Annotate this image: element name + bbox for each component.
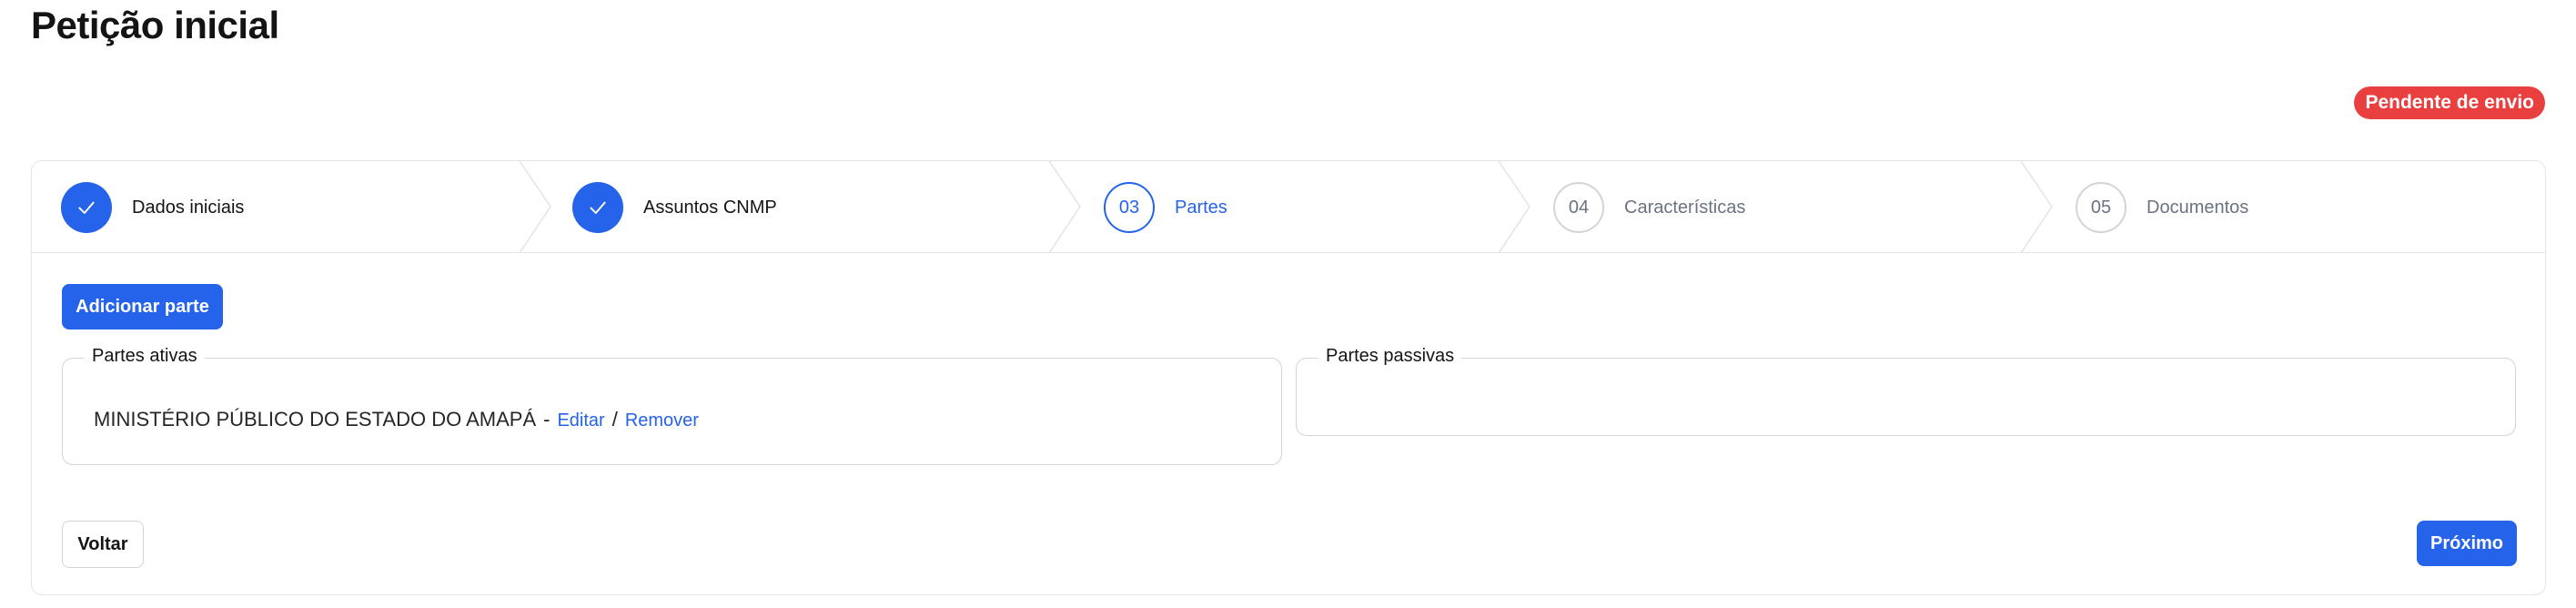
step-label: Documentos (2147, 197, 2249, 218)
page-title: Petição inicial (31, 4, 279, 46)
remove-party-link[interactable]: Remover (625, 410, 699, 431)
step-number: 03 (1104, 182, 1155, 233)
step-caracteristicas[interactable]: 04 Características (1553, 182, 1745, 233)
next-button[interactable]: Próximo (2417, 521, 2517, 566)
status-badge: Pendente de envio (2354, 86, 2545, 119)
edit-party-link[interactable]: Editar (557, 410, 604, 431)
step-number: 04 (1553, 182, 1604, 233)
back-button[interactable]: Voltar (62, 521, 144, 568)
stepper: Dados iniciais Assuntos CNMP 03 Partes 0… (32, 161, 2545, 253)
list-item: MINISTÉRIO PÚBLICO DO ESTADO DO AMAPÁ - … (94, 408, 699, 431)
check-icon (572, 182, 623, 233)
add-party-button[interactable]: Adicionar parte (62, 284, 223, 329)
active-parties-group: Partes ativas MINISTÉRIO PÚBLICO DO ESTA… (62, 346, 1282, 465)
step-label: Dados iniciais (132, 197, 245, 218)
step-number: 05 (2076, 182, 2126, 233)
petition-form-card: Dados iniciais Assuntos CNMP 03 Partes 0… (31, 160, 2546, 595)
check-icon (61, 182, 112, 233)
step-assuntos-cnmp[interactable]: Assuntos CNMP (572, 182, 777, 233)
party-dash: - (543, 408, 551, 431)
step-label: Características (1624, 197, 1746, 218)
step-dados-iniciais[interactable]: Dados iniciais (61, 182, 244, 233)
step-partes[interactable]: 03 Partes (1104, 182, 1227, 233)
link-divider: / (611, 408, 618, 431)
step-label: Partes (1175, 197, 1227, 218)
party-name: MINISTÉRIO PÚBLICO DO ESTADO DO AMAPÁ (94, 408, 537, 431)
active-parties-legend: Partes ativas (85, 346, 205, 367)
passive-parties-group: Partes passivas (1296, 346, 2516, 436)
passive-parties-legend: Partes passivas (1318, 346, 1462, 367)
step-documentos[interactable]: 05 Documentos (2076, 182, 2248, 233)
step-label: Assuntos CNMP (643, 197, 777, 218)
